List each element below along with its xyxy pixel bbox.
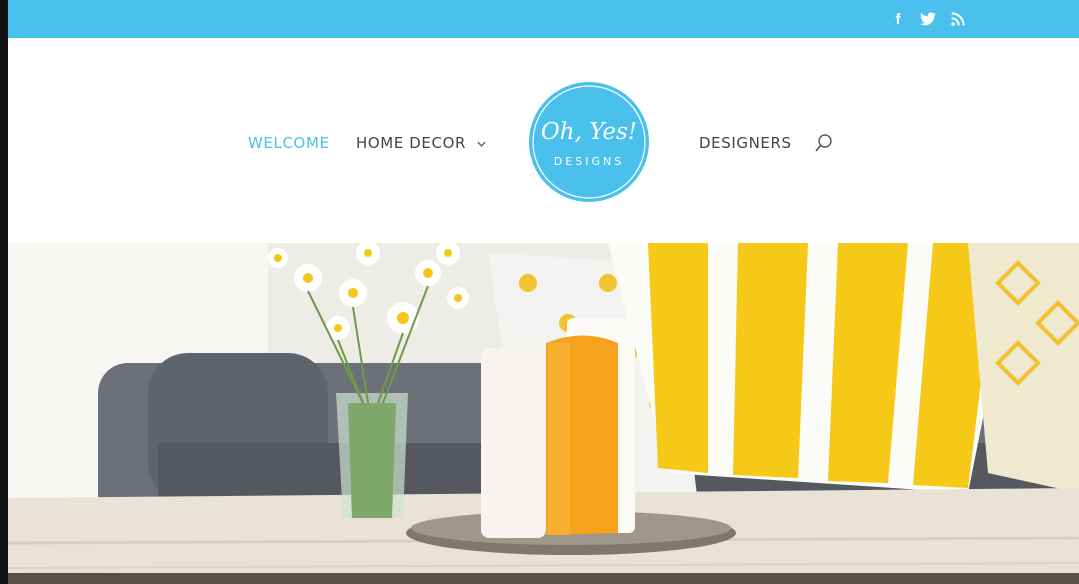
site-header: WELCOME HOME DECOR Oh, Yes! DESIGNS DESI… [8,38,1079,244]
window-edge [0,0,8,584]
nav-home-decor-label: HOME DECOR [356,134,467,152]
nav-welcome[interactable]: WELCOME [248,134,330,152]
facebook-icon[interactable]: f [888,9,908,29]
nav-designers[interactable]: DESIGNERS [699,134,792,152]
social-bar: f [8,0,1079,38]
logo-line2: DESIGNS [554,155,624,168]
logo-line1: Oh, Yes! [541,119,637,145]
nav-home-decor[interactable]: HOME DECOR [356,134,486,152]
hero-image [8,243,1079,584]
search-icon[interactable] [814,133,834,153]
rss-icon[interactable] [948,9,968,29]
site-logo[interactable]: Oh, Yes! DESIGNS [528,81,650,203]
page: f WELCOME HOME DECOR Oh, Yes! DESIGNS DE… [0,0,1079,584]
twitter-icon[interactable] [918,9,938,29]
chevron-down-icon [477,141,486,147]
